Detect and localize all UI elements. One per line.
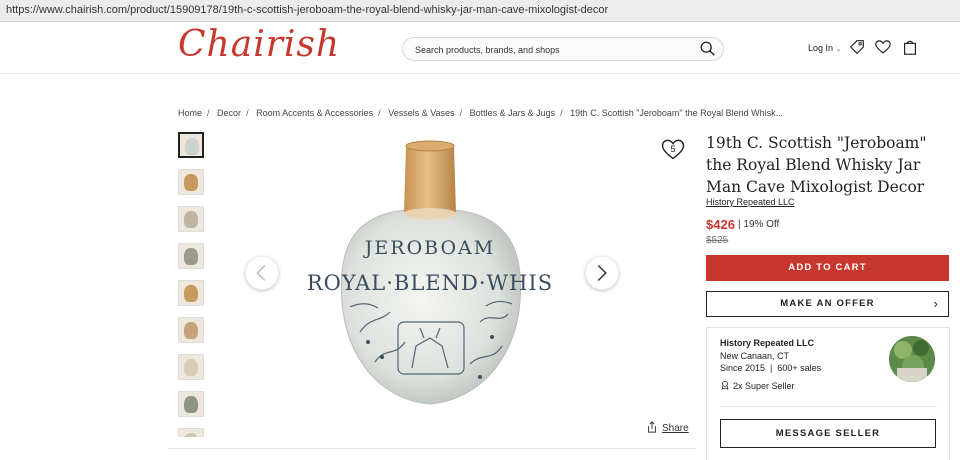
thumbnail-9[interactable] [178,428,204,437]
add-to-cart-button[interactable]: ADD TO CART [706,255,949,281]
breadcrumb-separator: / [459,108,463,118]
seller-card-divider [720,406,937,407]
search-bar[interactable] [402,37,724,61]
main-product-image[interactable]: JEROBOAM ROYAL·BLEND·WHIS [230,132,630,437]
seller-since: Since 2015 [720,363,766,373]
make-offer-label: MAKE AN OFFER [780,298,875,309]
heart-icon[interactable] [874,38,892,56]
thumbnail-6[interactable] [178,317,204,343]
thumbnail-4[interactable] [178,243,204,269]
share-link[interactable]: Share [646,421,689,434]
message-seller-button[interactable]: MESSAGE SELLER [720,419,936,448]
thumbnail-8[interactable] [178,391,204,417]
seller-avatar[interactable] [889,336,935,382]
thumbnail-2[interactable] [178,169,204,195]
tag-icon[interactable] [848,38,866,56]
search-icon[interactable] [699,40,717,58]
breadcrumb-room-accents[interactable]: Room Accents & Accessories [256,108,373,118]
make-offer-button[interactable]: MAKE AN OFFER › [706,291,949,317]
original-price: $525 [706,235,729,246]
thumbnail-5[interactable] [178,280,204,306]
breadcrumb-bottles-jars[interactable]: Bottles & Jars & Jugs [470,108,556,118]
discount-value: 19% Off [743,219,780,230]
chevron-left-icon [256,264,266,282]
badge-icon [721,380,729,390]
login-label: Log In [808,43,834,53]
next-image-button[interactable] [585,256,619,290]
sale-price: $426 [706,217,735,232]
breadcrumb-separator: / [378,108,381,118]
thumbnail-strip [178,132,204,437]
share-label: Share [662,423,689,434]
jar-text-top: JEROBOAM [363,237,495,259]
avatar-image [889,336,935,382]
login-link[interactable]: Log In ⌄ [808,43,841,53]
favorite-count: 5 [670,144,676,154]
bag-icon[interactable] [901,38,919,56]
gallery-divider [168,448,696,449]
prev-image-button[interactable] [245,256,279,290]
breadcrumb-current: 19th C. Scottish "Jeroboam" the Royal Bl… [570,108,784,118]
breadcrumb-decor[interactable]: Decor [217,108,241,118]
jar-lettering: JEROBOAM ROYAL·BLEND·WHIS [307,237,553,295]
super-seller-badge: 2x Super Seller [720,380,795,391]
breadcrumb-separator: / [246,108,249,118]
breadcrumb-separator: / [207,108,210,118]
search-input[interactable] [415,42,685,58]
super-seller-label: 2x Super Seller [733,381,795,391]
chevron-right-icon: › [933,296,939,311]
browser-url-bar[interactable]: https://www.chairish.com/product/1590917… [0,0,960,22]
share-icon [648,421,656,433]
stats-separator: | [770,363,773,373]
chevron-down-icon: ⌄ [835,46,842,53]
url-text: https://www.chairish.com/product/1590917… [6,4,609,16]
breadcrumb-home[interactable]: Home [178,108,202,118]
chevron-right-icon [597,264,607,282]
thumbnail-7[interactable] [178,354,204,380]
jar-text-main: ROYAL·BLEND·WHIS [307,271,553,295]
product-title: 19th C. Scottish "Jeroboam" the Royal Bl… [706,134,927,196]
breadcrumb-vessels-vases[interactable]: Vessels & Vases [388,108,454,118]
seller-stats: Since 2015 | 600+ sales [720,363,821,373]
seller-sales: 600+ sales [777,363,822,373]
site-header: Chairish Log In ⌄ [0,22,960,74]
seller-location: New Canaan, CT [720,351,790,361]
thumbnail-1[interactable] [178,132,204,158]
seller-link[interactable]: History Repeated LLC [706,197,795,207]
breadcrumb: Home / Decor / Room Accents & Accessories /… [178,108,783,118]
seller-card: History Repeated LLC New Canaan, CT Sinc… [706,327,950,460]
thumbnail-3[interactable] [178,206,204,232]
breadcrumb-separator: / [560,108,563,118]
discount-label: | 19% Off [738,219,780,230]
seller-name[interactable]: History Repeated LLC [720,338,814,348]
chairish-logo[interactable]: Chairish [178,24,340,65]
